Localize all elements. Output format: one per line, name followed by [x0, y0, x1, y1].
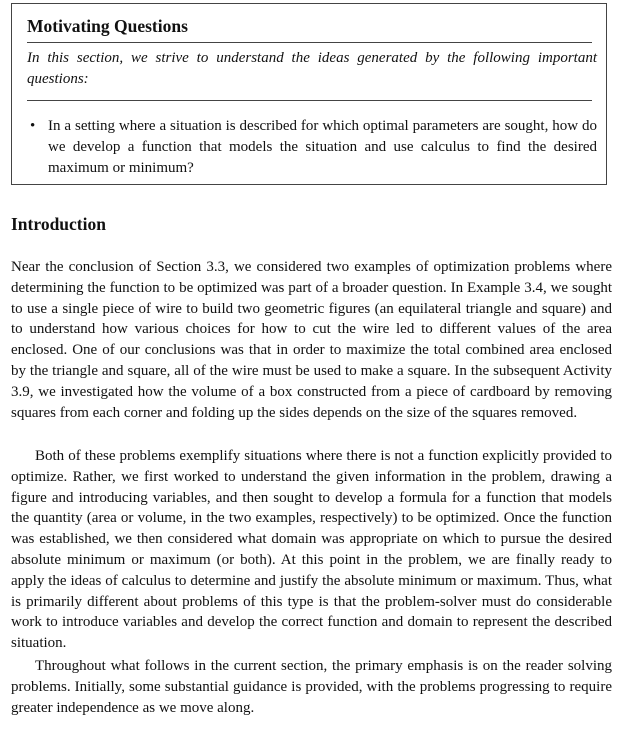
introduction-paragraph-3: Throughout what follows in the current s…	[11, 658, 612, 716]
question-text: In a setting where a situation is descri…	[48, 118, 597, 176]
intro-divider	[27, 100, 592, 101]
title-divider	[27, 42, 592, 43]
motivating-questions-title: Motivating Questions	[27, 16, 188, 36]
bullet-icon: •	[30, 118, 36, 134]
motivating-questions-box: Motivating Questions In this section, we…	[11, 3, 607, 185]
question-item: • In a setting where a situation is desc…	[27, 116, 597, 179]
motivating-questions-intro: In this section, we strive to understand…	[27, 50, 597, 87]
questions-list: • In a setting where a situation is desc…	[27, 116, 597, 179]
introduction-heading: Introduction	[11, 214, 106, 234]
introduction-paragraph-2: Both of these problems exemplify situati…	[11, 448, 612, 652]
introduction-paragraph-1: Near the conclusion of Section 3.3, we c…	[11, 259, 612, 421]
